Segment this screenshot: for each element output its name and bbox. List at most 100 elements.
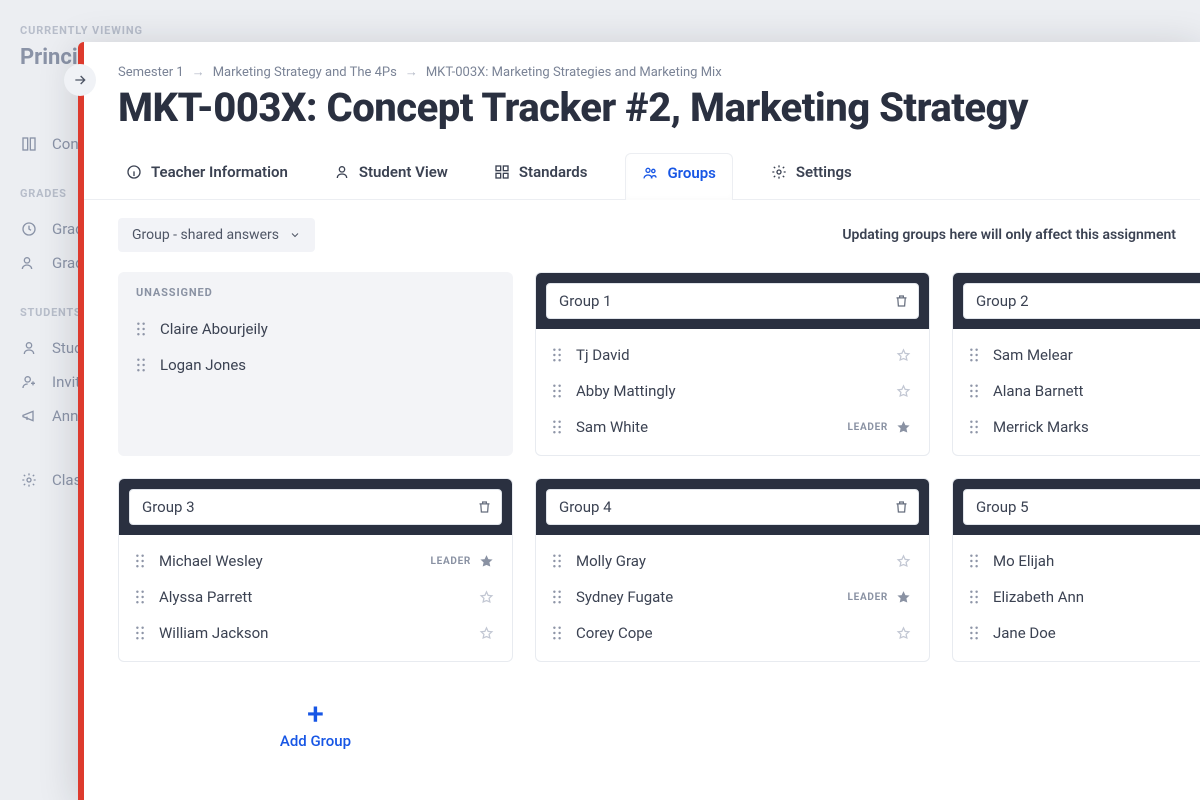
- group-member[interactable]: Merrick Marks: [969, 409, 1200, 445]
- member-name: Alyssa Parrett: [159, 588, 252, 606]
- drag-handle-icon[interactable]: [552, 420, 562, 434]
- unassigned-label: UNASSIGNED: [136, 286, 495, 299]
- groups-grid: UNASSIGNED Claire Abourjeily Logan Jones Gr…: [118, 272, 1200, 750]
- drag-handle-icon[interactable]: [969, 626, 979, 640]
- star-icon[interactable]: [896, 348, 911, 363]
- group-member[interactable]: Alana Barnett: [969, 373, 1200, 409]
- drag-handle-icon[interactable]: [969, 348, 979, 362]
- star-icon[interactable]: [479, 626, 494, 641]
- member-name: Logan Jones: [160, 356, 246, 374]
- leader-badge: LEADER: [431, 556, 471, 567]
- group-member[interactable]: Jane Doe: [969, 615, 1200, 651]
- breadcrumb-item[interactable]: Semester 1: [118, 65, 184, 80]
- gear-icon: [20, 472, 38, 488]
- drag-handle-icon[interactable]: [136, 358, 146, 372]
- breadcrumb: Semester 1 → Marketing Strategy and The …: [118, 64, 1200, 80]
- breadcrumb-separator-icon: →: [405, 64, 418, 80]
- page-title: MKT-003X: Concept Tracker #2, Marketing …: [118, 84, 1200, 131]
- assignment-panel: Semester 1 → Marketing Strategy and The …: [78, 42, 1200, 800]
- member-name: Tj David: [576, 346, 630, 364]
- group-member[interactable]: Sam WhiteLEADER: [552, 409, 911, 445]
- tab-settings[interactable]: Settings: [763, 153, 860, 199]
- member-name: Corey Cope: [576, 624, 653, 642]
- group-mode-dropdown[interactable]: Group - shared answers: [118, 218, 315, 252]
- group-member[interactable]: Sydney Fugate LEADER: [552, 579, 911, 615]
- member-name: Michael Wesley: [159, 552, 263, 570]
- drag-handle-icon[interactable]: [135, 554, 145, 568]
- star-icon[interactable]: [896, 554, 911, 569]
- group-card: Group 4 Molly Gray Sydney Fugate LEADER Core…: [535, 478, 930, 662]
- bg-currently-viewing-label: CURRENTLY VIEWING: [20, 24, 1180, 37]
- info-icon: [126, 164, 142, 180]
- group-name-input[interactable]: Group 4: [546, 489, 919, 525]
- member-name: Sam Melear: [993, 346, 1073, 364]
- group-name-input[interactable]: Group 3: [129, 489, 502, 525]
- drag-handle-icon[interactable]: [552, 626, 562, 640]
- collapse-panel-button[interactable]: [64, 64, 96, 96]
- group-member[interactable]: Tj David: [552, 337, 911, 373]
- user-plus-icon: [20, 374, 38, 390]
- tab-standards[interactable]: Standards: [486, 153, 596, 199]
- star-icon[interactable]: [896, 384, 911, 399]
- panel-tabs: Teacher Information Student View Standar…: [78, 153, 1200, 200]
- group-member[interactable]: Abby Mattingly: [552, 373, 911, 409]
- drag-handle-icon[interactable]: [135, 626, 145, 640]
- group-name-input[interactable]: Group 5: [963, 489, 1200, 525]
- group-name-input[interactable]: Group 2: [963, 283, 1200, 319]
- star-icon[interactable]: [479, 590, 494, 605]
- add-group-button[interactable]: + Add Group: [118, 684, 513, 750]
- group-member[interactable]: Alyssa Parrett: [135, 579, 494, 615]
- add-group-label: Add Group: [280, 732, 351, 750]
- group-member[interactable]: William Jackson: [135, 615, 494, 651]
- member-name: Elizabeth Ann: [993, 588, 1084, 606]
- member-name: Claire Abourjeily: [160, 320, 268, 338]
- drag-handle-icon[interactable]: [552, 590, 562, 604]
- leader-star-icon[interactable]: [896, 420, 911, 435]
- member-name: Alana Barnett: [993, 382, 1083, 400]
- drag-handle-icon[interactable]: [136, 322, 146, 336]
- breadcrumb-item[interactable]: Marketing Strategy and The 4Ps: [213, 65, 397, 80]
- drag-handle-icon[interactable]: [969, 420, 979, 434]
- tab-groups[interactable]: Groups: [625, 153, 732, 200]
- member-name: Sam White: [576, 418, 648, 436]
- group-member[interactable]: Molly Gray: [552, 543, 911, 579]
- member-name: Molly Gray: [576, 552, 646, 570]
- panel-accent-stripe: [78, 42, 84, 800]
- chevron-down-icon: [289, 229, 301, 241]
- drag-handle-icon[interactable]: [552, 554, 562, 568]
- user-icon: [20, 340, 38, 356]
- delete-group-button[interactable]: [477, 500, 492, 515]
- tab-teacher-information[interactable]: Teacher Information: [118, 153, 296, 199]
- group-name-input[interactable]: Group 1: [546, 283, 919, 319]
- group-member[interactable]: Sam Melear: [969, 337, 1200, 373]
- drag-handle-icon[interactable]: [969, 554, 979, 568]
- member-name: Sydney Fugate: [576, 588, 673, 606]
- leader-badge: LEADER: [848, 592, 888, 603]
- drag-handle-icon[interactable]: [552, 348, 562, 362]
- member-name: Abby Mattingly: [576, 382, 676, 400]
- leader-star-icon[interactable]: [479, 554, 494, 569]
- delete-group-button[interactable]: [894, 500, 909, 515]
- drag-handle-icon[interactable]: [969, 384, 979, 398]
- grid-icon: [494, 164, 510, 180]
- group-icon: [642, 165, 658, 181]
- star-icon[interactable]: [896, 626, 911, 641]
- megaphone-icon: [20, 408, 38, 424]
- drag-handle-icon[interactable]: [552, 384, 562, 398]
- group-member[interactable]: Corey Cope: [552, 615, 911, 651]
- tab-student-view[interactable]: Student View: [326, 153, 456, 199]
- unassigned-member[interactable]: Logan Jones: [136, 347, 495, 383]
- plus-icon: +: [118, 700, 513, 730]
- leader-star-icon[interactable]: [896, 590, 911, 605]
- user-icon: [334, 164, 350, 180]
- drag-handle-icon[interactable]: [969, 590, 979, 604]
- arrow-right-icon: [72, 72, 88, 88]
- breadcrumb-item[interactable]: MKT-003X: Marketing Strategies and Marke…: [426, 65, 722, 80]
- group-member[interactable]: Mo Elijah: [969, 543, 1200, 579]
- group-member[interactable]: Michael Wesley LEADER: [135, 543, 494, 579]
- delete-group-button[interactable]: [894, 294, 909, 309]
- group-member[interactable]: Elizabeth Ann: [969, 579, 1200, 615]
- groups-scope-note: Updating groups here will only affect th…: [842, 227, 1176, 243]
- drag-handle-icon[interactable]: [135, 590, 145, 604]
- unassigned-member[interactable]: Claire Abourjeily: [136, 311, 495, 347]
